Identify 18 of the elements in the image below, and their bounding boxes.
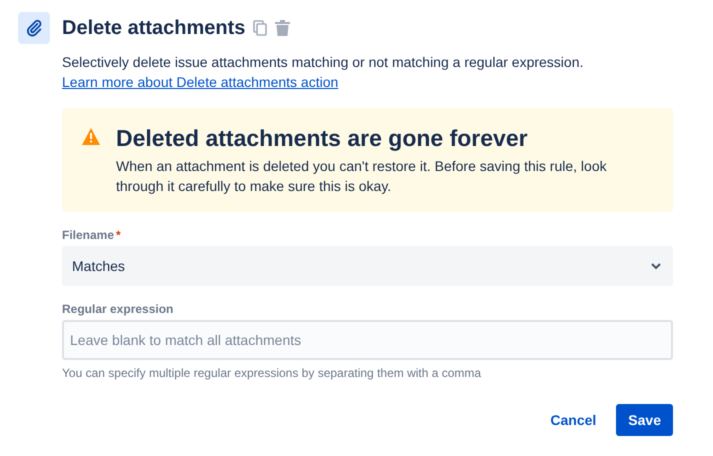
cancel-button[interactable]: Cancel	[538, 404, 608, 436]
warning-text: When an attachment is deleted you can't restore it. Before saving this rule, look through it carefully to make sure this is okay.	[116, 157, 608, 196]
field-label: Regular expression	[62, 302, 174, 316]
field-label: Filename *	[62, 228, 122, 242]
warning-icon	[82, 128, 100, 145]
helper-text: You can specify multiple regular expressions by separating them with a comma	[62, 366, 482, 380]
chevron-down-icon	[651, 262, 661, 270]
required-mark: *	[116, 228, 121, 242]
description-text: Selectively delete issue attachments matching or not matching a regular expression. Learn more about Delete attachments action	[62, 53, 584, 92]
trash-icon[interactable]	[275, 20, 290, 36]
copy-icon[interactable]	[253, 20, 268, 36]
warning-title: Deleted attachments are gone forever	[116, 124, 529, 152]
learn-more-link[interactable]: Learn more about Delete attachments action	[62, 74, 338, 90]
filename-select[interactable]: Matches	[62, 246, 673, 286]
save-button[interactable]: Save	[616, 404, 673, 436]
regex-input-field[interactable]: Leave blank to match all attachments	[62, 320, 673, 360]
paperclip-icon	[25, 19, 43, 37]
page-title: Delete attachments	[62, 16, 246, 40]
